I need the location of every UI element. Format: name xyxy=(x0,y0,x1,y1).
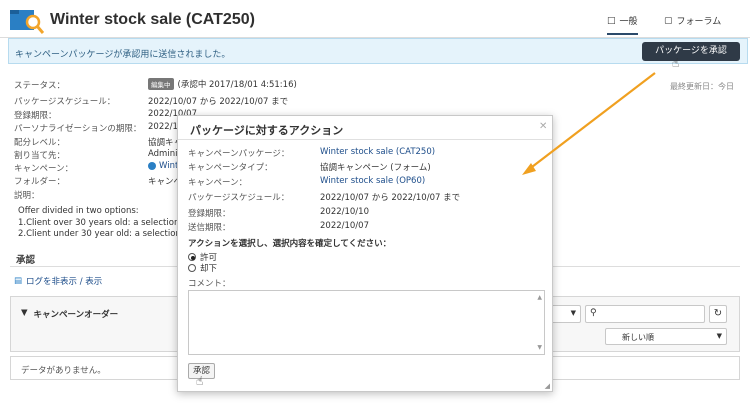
row-value: 2022/10/10 xyxy=(320,207,369,217)
description-line: 1.Client over 30 years old: a selection … xyxy=(18,217,191,228)
forum-icon: ▢ xyxy=(664,15,673,26)
description-line: 2.Client under 30 year old: a selection … xyxy=(18,229,192,239)
tab-general-label: 一般 xyxy=(619,17,638,27)
row-label: キャンペーン： xyxy=(188,178,248,188)
log-toggle-label: ログを非表示 / 表示 xyxy=(26,277,103,287)
row-label: 登録期限： xyxy=(188,209,231,219)
divider xyxy=(178,139,552,140)
package-link[interactable]: Winter stock sale (CAT250) xyxy=(320,147,435,157)
comment-textarea[interactable]: ▲ ▼ xyxy=(188,290,545,355)
dialog-title: パッケージに対するアクション xyxy=(190,124,344,137)
tab-forum[interactable]: ▢ フォーラム xyxy=(664,14,722,28)
last-updated: 最終更新日：今日 xyxy=(670,82,734,91)
no-data-text: データがありません。 xyxy=(21,366,106,376)
filter-select[interactable]: ▼ xyxy=(551,305,581,323)
action-prompt: アクションを選択し、選択内容を確定してください： xyxy=(188,239,392,249)
reject-radio[interactable]: 却下 xyxy=(188,262,217,274)
chevron-down-icon: ▼ xyxy=(716,332,722,340)
radio-label: 却下 xyxy=(200,264,218,274)
log-icon: ▤ xyxy=(14,276,23,286)
tab-general[interactable]: □ 一般 xyxy=(607,14,638,35)
banner-message: キャンペーンパッケージが承認用に送信されました。 xyxy=(15,50,231,60)
status-badge: 編集中 xyxy=(148,78,174,90)
row-label: キャンペーンタイプ： xyxy=(188,163,273,173)
description-label: 説明： xyxy=(14,191,40,201)
folder-label: フォルダー： xyxy=(14,177,66,187)
notification-banner: キャンペーンパッケージが承認用に送信されました。 パッケージを承認 xyxy=(8,38,748,64)
row-value: 協調キャンペーン (フォーム) xyxy=(320,163,431,173)
campaign-order-label: キャンペーンオーダー xyxy=(33,310,119,320)
campaign-icon xyxy=(148,162,156,170)
status-text: (承認中 2017/18/01 4:51:16) xyxy=(177,80,297,90)
log-toggle-link[interactable]: ▤ ログを非表示 / 表示 xyxy=(14,275,102,287)
row-label: キャンペーンパッケージ： xyxy=(188,149,290,159)
scroll-up-icon[interactable]: ▲ xyxy=(537,294,542,301)
tab-forum-label: フォーラム xyxy=(676,17,722,27)
radio-icon xyxy=(188,264,196,272)
approve-package-button[interactable]: パッケージを承認 xyxy=(642,42,740,61)
description-text: Offer divided in two options: 1.Client o… xyxy=(18,206,192,241)
comment-label: コメント： xyxy=(188,279,231,289)
campaign-package-icon xyxy=(10,10,44,34)
sort-select[interactable]: 新しい順 ▼ xyxy=(605,328,727,345)
status-value: 編集中 (承認中 2017/18/01 4:51:16) xyxy=(148,78,297,90)
close-icon[interactable]: ✕ xyxy=(539,121,547,132)
description-line: Offer divided in two options: xyxy=(18,206,139,216)
resize-handle-icon[interactable]: ◢ xyxy=(545,382,550,390)
scroll-down-icon[interactable]: ▼ xyxy=(537,344,542,351)
sort-value: 新しい順 xyxy=(622,333,654,342)
personalization-label: パーソナライゼーションの期限： xyxy=(14,124,142,134)
page-header: Winter stock sale (CAT250) □ 一般 ▢ フォーラム xyxy=(0,0,750,38)
schedule-value: 2022/10/07 から 2022/10/07 まで xyxy=(148,97,289,107)
approval-heading: 承認 xyxy=(16,255,36,266)
search-input[interactable]: ⚲ xyxy=(585,305,705,323)
collapse-icon: ▼ xyxy=(21,308,28,318)
general-icon: □ xyxy=(607,15,616,26)
schedule-label: パッケージスケジュール： xyxy=(14,97,116,107)
chevron-down-icon: ▼ xyxy=(570,309,576,317)
row-value: 2022/10/07 から 2022/10/07 まで xyxy=(320,193,461,203)
radio-selected-icon xyxy=(188,253,196,261)
pointer-cursor-icon: ☝ xyxy=(672,56,680,70)
campaign-label: キャンペーン： xyxy=(14,164,74,174)
row-value: 2022/10/07 xyxy=(320,221,369,231)
row-label: 送信期限： xyxy=(188,223,231,233)
registration-label: 登録期限： xyxy=(14,111,57,121)
campaign-order-header[interactable]: ▼ キャンペーンオーダー xyxy=(21,308,118,320)
refresh-button[interactable]: ↻ xyxy=(709,305,727,323)
pointer-cursor-icon: ☝ xyxy=(196,374,204,388)
campaign-link[interactable]: Winter stock sale (OP60) xyxy=(320,176,425,186)
status-label: ステータス： xyxy=(14,81,66,91)
row-label: パッケージスケジュール： xyxy=(188,193,290,203)
refresh-icon: ↻ xyxy=(713,308,723,319)
package-action-dialog: パッケージに対するアクション ✕ キャンペーンパッケージ： Winter sto… xyxy=(177,115,553,392)
assigned-label: 割り当て先： xyxy=(14,151,66,161)
page-title: Winter stock sale (CAT250) xyxy=(50,11,255,28)
search-icon: ⚲ xyxy=(590,308,597,318)
delivery-level-label: 配分レベル： xyxy=(14,138,66,148)
